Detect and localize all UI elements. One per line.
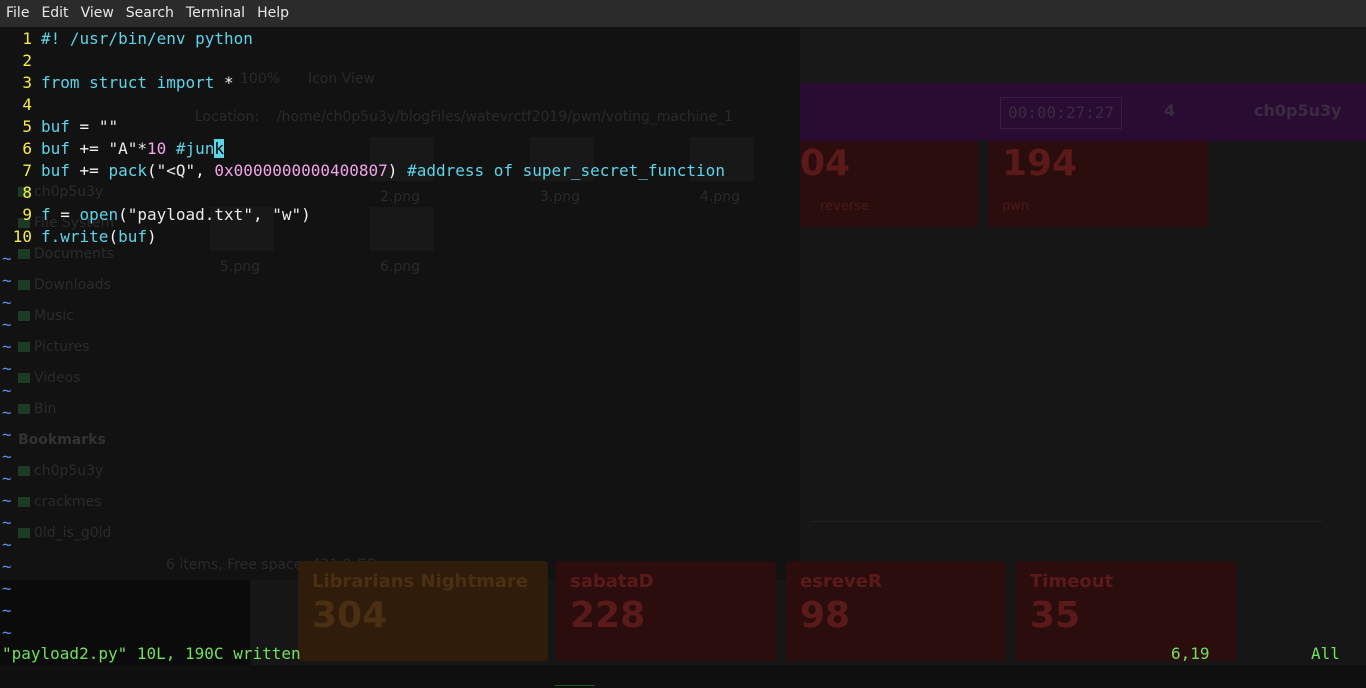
code-token: * [214, 73, 234, 92]
editor-line[interactable]: 5 buf = "" [0, 116, 118, 138]
code-token: #! /usr/bin/env python [41, 29, 253, 48]
code-token: buf [41, 139, 70, 158]
menu-terminal[interactable]: Terminal [180, 0, 251, 27]
empty-line-marker: ~ [2, 249, 12, 268]
line-number: 5 [22, 117, 32, 136]
code-token: ( [146, 161, 157, 180]
editor-line[interactable]: 8 [0, 182, 41, 204]
status-message: "payload2.py" 10L, 190C written [2, 644, 301, 663]
editor-line[interactable]: 4 [0, 94, 41, 116]
code-token: from [41, 73, 80, 92]
code-token: import [156, 73, 215, 92]
code-token: ( [108, 227, 119, 246]
vim-editor[interactable]: 1 #! /usr/bin/env python 2 3 from struct imp… [0, 27, 1366, 665]
line-number: 6 [22, 139, 32, 158]
code-token: = [50, 205, 80, 224]
empty-line-marker: ~ [2, 381, 12, 400]
code-token: "" [98, 117, 119, 136]
code-token: ) [301, 205, 311, 224]
menu-help[interactable]: Help [251, 0, 295, 27]
menu-search[interactable]: Search [120, 0, 180, 27]
editor-line[interactable]: 3 from struct import * [0, 72, 234, 94]
terminal-prompt [555, 667, 595, 686]
menu-edit[interactable]: Edit [35, 0, 74, 27]
code-token: open [79, 205, 119, 224]
code-token: += [69, 139, 109, 158]
empty-line-marker: ~ [2, 425, 12, 444]
code-token: buf [118, 227, 147, 246]
code-token: f [41, 205, 51, 224]
empty-line-marker: ~ [2, 403, 12, 422]
code-token: "<Q" [156, 161, 196, 180]
empty-line-marker: ~ [2, 271, 12, 290]
editor-line[interactable]: 7 buf += pack("<Q", 0x0000000000400807) #… [0, 160, 725, 182]
line-number: 3 [22, 73, 32, 92]
code-token: += [69, 161, 109, 180]
code-token: * [137, 139, 147, 158]
vim-statusline: "payload2.py" 10L, 190C written 6,19 All [0, 643, 1366, 665]
empty-line-marker: ~ [2, 535, 12, 554]
line-number: 7 [22, 161, 32, 180]
menu-file[interactable]: File [0, 0, 35, 27]
line-number: 8 [22, 183, 32, 202]
empty-line-marker: ~ [2, 447, 12, 466]
code-token: 10 [146, 139, 167, 158]
empty-line-marker: ~ [2, 557, 12, 576]
code-token: #jun [175, 139, 215, 158]
code-token: #address of super_secret_function [407, 161, 725, 180]
editor-line[interactable]: 1 #! /usr/bin/env python [0, 28, 253, 50]
empty-line-marker: ~ [2, 601, 12, 620]
line-number: 9 [22, 205, 32, 224]
code-token: ) [387, 161, 408, 180]
empty-line-marker: ~ [2, 491, 12, 510]
code-token: , [252, 205, 273, 224]
empty-line-marker: ~ [2, 623, 12, 642]
code-token: = [69, 117, 99, 136]
code-token: "A" [108, 139, 138, 158]
empty-line-marker: ~ [2, 315, 12, 334]
code-token: "payload.txt" [127, 205, 253, 224]
terminal-menubar: File Edit View Search Terminal Help [0, 0, 1366, 27]
empty-line-marker: ~ [2, 513, 12, 532]
taskbar [0, 665, 1366, 688]
code-token: , [195, 161, 215, 180]
code-token: 0x0000000000400807 [214, 161, 388, 180]
line-number: 4 [22, 95, 32, 114]
code-token: ) [146, 227, 157, 246]
empty-line-marker: ~ [2, 579, 12, 598]
empty-line-marker: ~ [2, 337, 12, 356]
line-number: 1 [22, 29, 32, 48]
code-token: buf [41, 161, 70, 180]
empty-line-marker: ~ [2, 469, 12, 488]
editor-line[interactable]: 9f = open("payload.txt", "w") [0, 204, 311, 226]
line-number: 2 [22, 51, 32, 70]
empty-line-marker: ~ [2, 359, 12, 378]
line-number: 10 [12, 227, 32, 246]
editor-line[interactable]: 2 [0, 50, 41, 72]
text-cursor: k [214, 139, 225, 158]
code-token: f.write [41, 227, 109, 246]
code-token: struct [89, 73, 147, 92]
menu-view[interactable]: View [75, 0, 120, 27]
cursor-position: 6,19 [1171, 644, 1210, 663]
empty-line-marker: ~ [2, 293, 12, 312]
editor-line[interactable]: 6 buf += "A"*10 #junk [0, 138, 225, 160]
editor-line[interactable]: 10 f.write(buf) [0, 226, 157, 248]
code-token: "w" [272, 205, 302, 224]
code-token: buf [41, 117, 70, 136]
scroll-indicator: All [1311, 644, 1340, 663]
code-token: pack [108, 161, 147, 180]
code-token: ( [118, 205, 128, 224]
